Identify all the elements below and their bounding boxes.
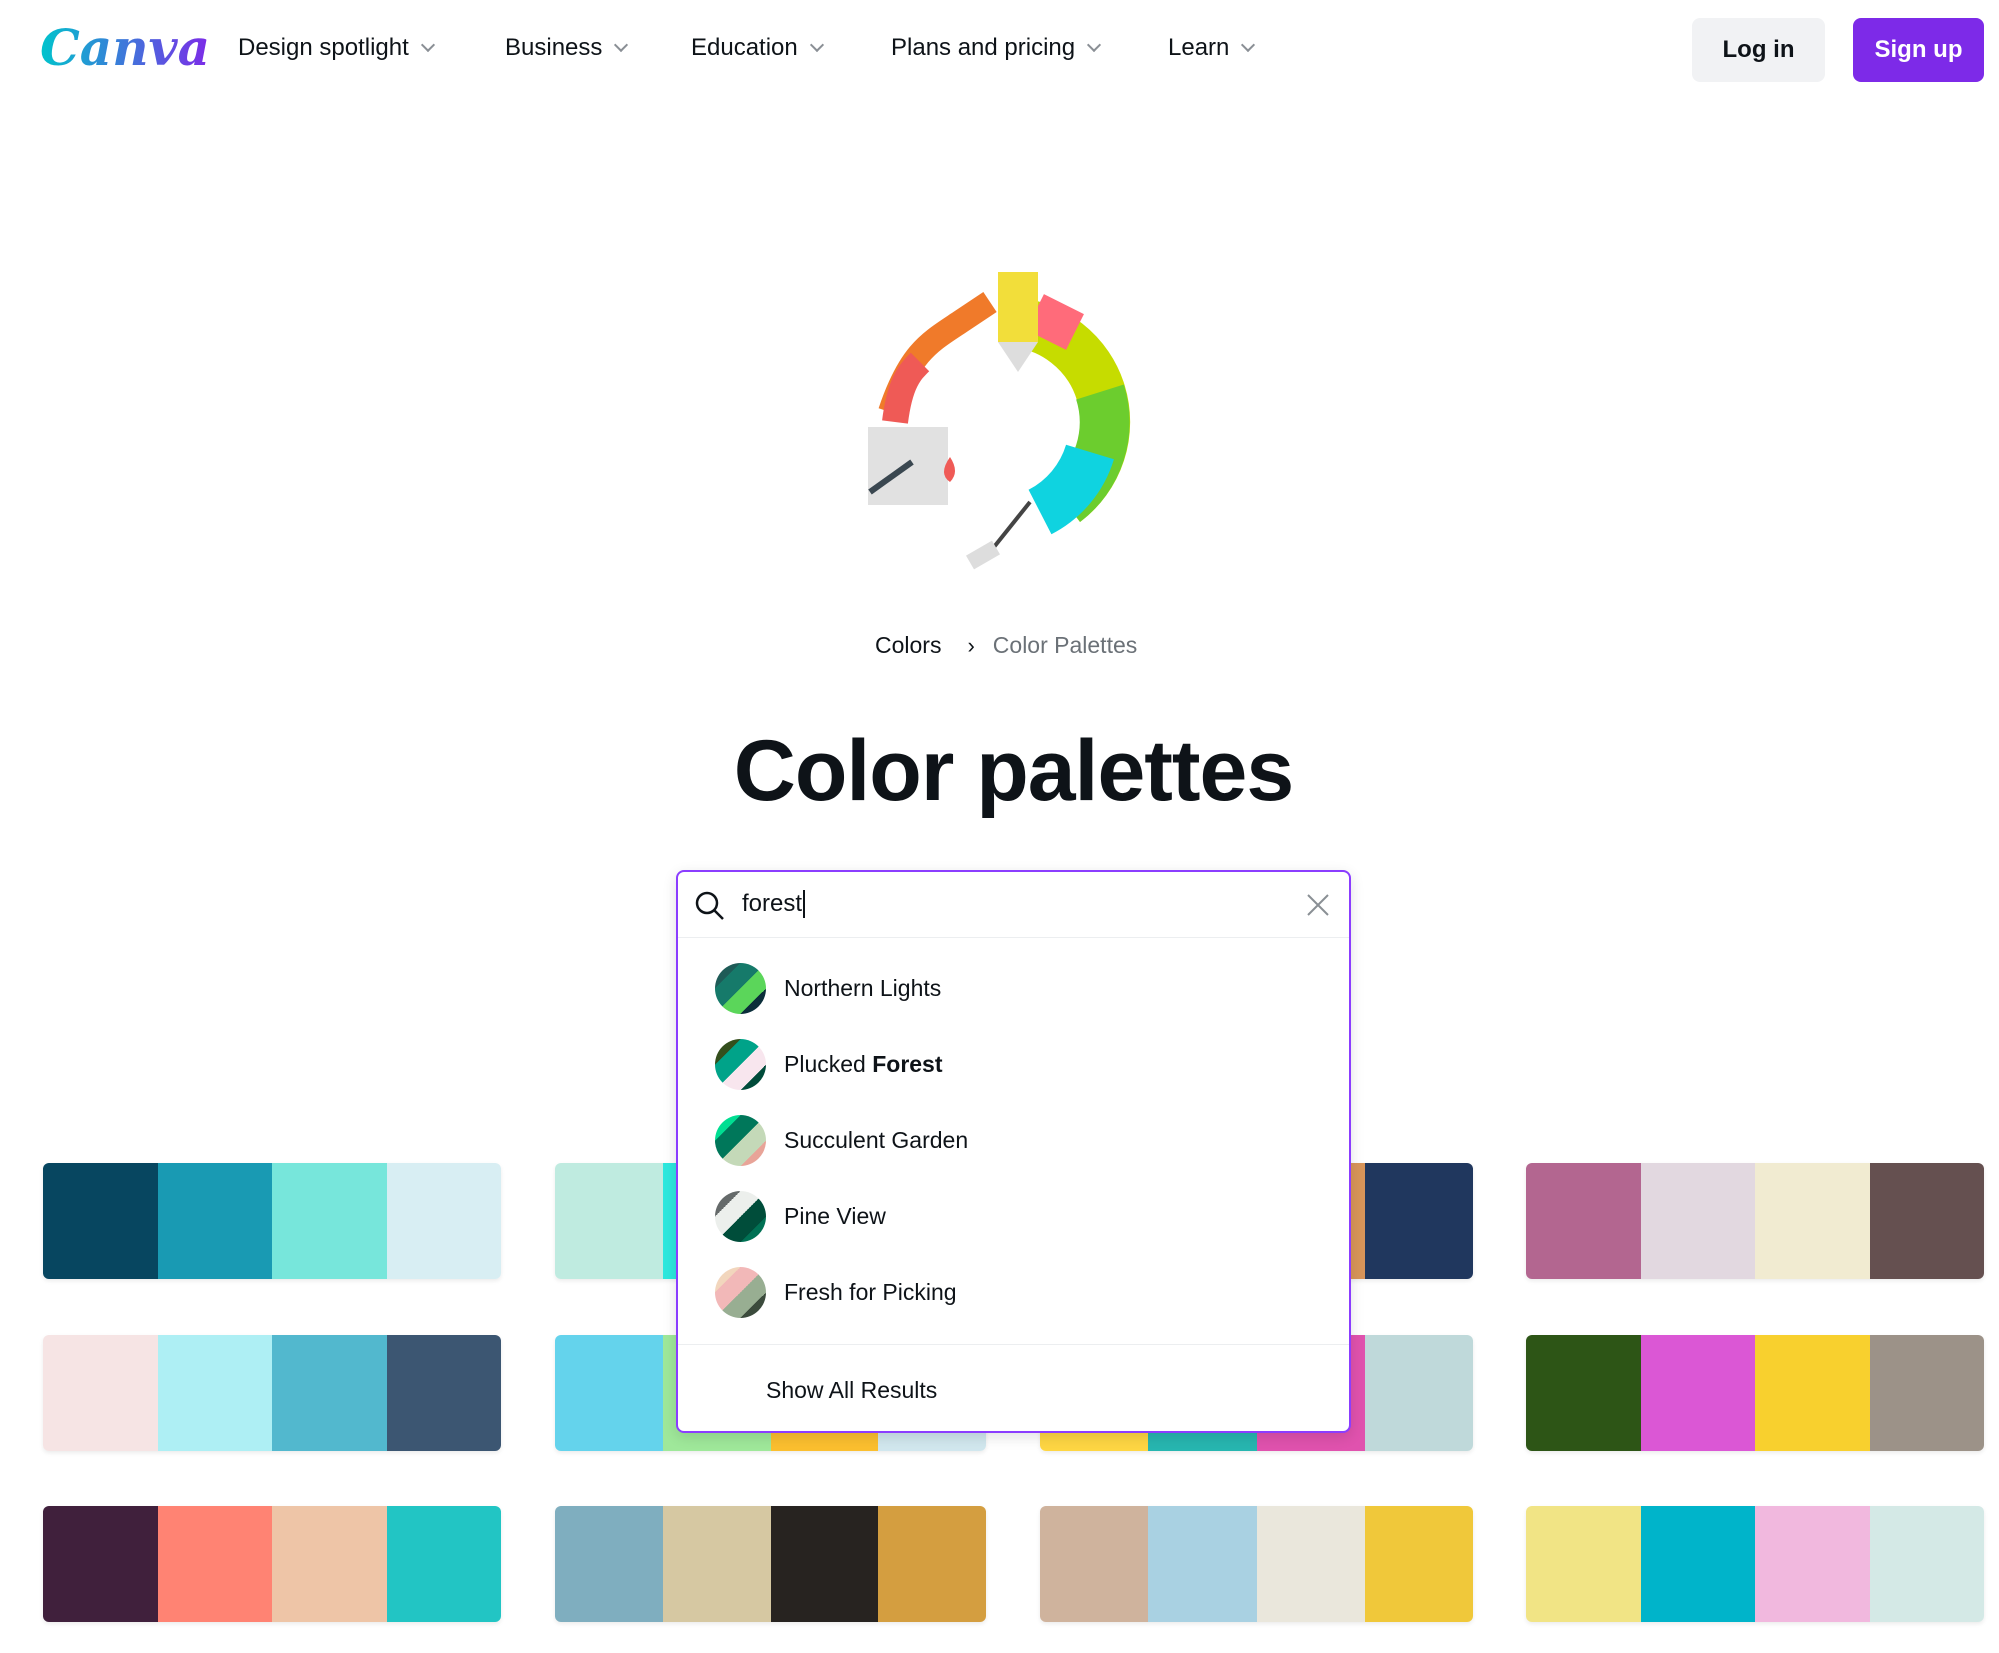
suggestion-item[interactable]: Fresh for Picking xyxy=(715,1264,957,1320)
canva-logo[interactable]: Canva xyxy=(40,18,210,77)
color-swatch[interactable] xyxy=(1364,1163,1473,1279)
divider xyxy=(678,1344,1349,1345)
suggestion-item[interactable]: Succulent Garden xyxy=(715,1112,968,1168)
nav-plans-pricing[interactable]: Plans and pricing xyxy=(891,34,1102,62)
color-swatch[interactable] xyxy=(770,1506,879,1622)
color-swatch[interactable] xyxy=(157,1506,272,1622)
palette-card[interactable] xyxy=(43,1506,501,1622)
color-swatch[interactable] xyxy=(386,1163,501,1279)
color-swatch[interactable] xyxy=(1364,1506,1473,1622)
show-all-results-button[interactable]: Show All Results xyxy=(766,1377,937,1404)
nav-label: Plans and pricing xyxy=(891,34,1076,61)
nav-label: Education xyxy=(691,34,798,61)
color-swatch[interactable] xyxy=(1526,1335,1641,1451)
nav-business[interactable]: Business xyxy=(505,34,629,62)
suggestion-item[interactable]: Plucked Forest xyxy=(715,1036,943,1092)
suggestion-label: Northern Lights xyxy=(784,974,942,1001)
color-swatch[interactable] xyxy=(555,1335,663,1451)
suggestion-label: Fresh for Picking xyxy=(784,1278,957,1305)
color-swatch[interactable] xyxy=(1526,1506,1641,1622)
palette-thumbnail-icon xyxy=(715,1038,766,1090)
color-swatch[interactable] xyxy=(1869,1335,1984,1451)
color-swatch[interactable] xyxy=(386,1335,501,1451)
page-title: Color palettes xyxy=(733,723,1294,819)
suggestion-item[interactable]: Northern Lights xyxy=(715,960,941,1016)
palette-card[interactable] xyxy=(1040,1506,1473,1622)
color-swatch[interactable] xyxy=(1755,1506,1870,1622)
nav-label: Business xyxy=(505,34,603,61)
login-button[interactable]: Log in xyxy=(1692,18,1825,82)
color-swatch[interactable] xyxy=(43,1163,158,1279)
signup-button[interactable]: Sign up xyxy=(1853,18,1984,82)
breadcrumb-colors[interactable]: Colors xyxy=(875,632,941,659)
palette-card[interactable] xyxy=(1526,1506,1984,1622)
color-swatch[interactable] xyxy=(272,1335,387,1451)
nav-learn[interactable]: Learn xyxy=(1168,34,1256,62)
clear-search-icon[interactable] xyxy=(1306,893,1330,917)
color-swatch[interactable] xyxy=(1148,1506,1257,1622)
color-swatch[interactable] xyxy=(43,1335,158,1451)
color-swatch[interactable] xyxy=(43,1506,158,1622)
chevron-down-icon xyxy=(614,37,629,53)
color-swatch[interactable] xyxy=(1755,1335,1870,1451)
color-swatch[interactable] xyxy=(157,1335,272,1451)
palette-thumbnail-icon xyxy=(715,1114,766,1166)
search-dropdown: forest Northern Lights Plucked Forest Succ… xyxy=(676,870,1351,1433)
color-swatch[interactable] xyxy=(662,1506,771,1622)
color-swatch[interactable] xyxy=(1364,1335,1473,1451)
color-swatch[interactable] xyxy=(878,1506,986,1622)
palette-card[interactable] xyxy=(43,1335,501,1451)
suggestion-item[interactable]: Pine View xyxy=(715,1188,886,1244)
color-swatch[interactable] xyxy=(1526,1163,1641,1279)
color-swatch[interactable] xyxy=(555,1163,663,1279)
color-swatch[interactable] xyxy=(1256,1506,1365,1622)
chevron-down-icon xyxy=(1241,37,1256,53)
nav-education[interactable]: Education xyxy=(691,34,824,62)
search-icon xyxy=(695,891,724,920)
suggestion-label: Pine View xyxy=(784,1202,886,1229)
color-swatch[interactable] xyxy=(1869,1506,1984,1622)
palette-card[interactable] xyxy=(1526,1335,1984,1451)
color-swatch[interactable] xyxy=(157,1163,272,1279)
breadcrumb: Colors › Color Palettes xyxy=(875,632,1137,659)
chevron-down-icon xyxy=(420,37,435,53)
search-input-row[interactable]: forest xyxy=(678,872,1349,938)
color-swatch[interactable] xyxy=(1869,1163,1984,1279)
chevron-down-icon xyxy=(809,37,824,53)
color-swatch[interactable] xyxy=(386,1506,501,1622)
color-swatch[interactable] xyxy=(1640,1335,1755,1451)
suggestion-label: Plucked Forest xyxy=(784,1050,943,1077)
breadcrumb-current: Color Palettes xyxy=(992,632,1138,658)
palette-card[interactable] xyxy=(43,1163,501,1279)
search-input[interactable]: forest xyxy=(742,890,806,918)
palette-card[interactable] xyxy=(1526,1163,1984,1279)
color-swatch[interactable] xyxy=(1640,1506,1755,1622)
color-swatch[interactable] xyxy=(272,1163,387,1279)
chevron-right-icon: › xyxy=(967,632,975,658)
palette-card[interactable] xyxy=(555,1506,986,1622)
color-swatch[interactable] xyxy=(1040,1506,1149,1622)
nav-label: Learn xyxy=(1168,34,1230,61)
color-wheel-illustration xyxy=(868,272,1131,570)
palette-thumbnail-icon xyxy=(715,962,766,1014)
color-swatch[interactable] xyxy=(1755,1163,1870,1279)
suggestion-label: Succulent Garden xyxy=(784,1126,969,1153)
color-swatch[interactable] xyxy=(555,1506,663,1622)
palette-thumbnail-icon xyxy=(715,1266,766,1318)
chevron-down-icon xyxy=(1087,37,1102,53)
nav-label: Design spotlight xyxy=(238,34,409,61)
nav-design-spotlight[interactable]: Design spotlight xyxy=(238,34,435,62)
color-swatch[interactable] xyxy=(1640,1163,1755,1279)
color-swatch[interactable] xyxy=(272,1506,387,1622)
palette-thumbnail-icon xyxy=(715,1190,766,1242)
